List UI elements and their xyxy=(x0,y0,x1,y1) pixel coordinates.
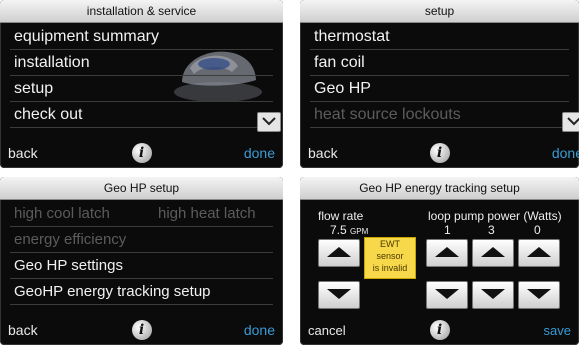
done-button[interactable]: done xyxy=(552,145,579,161)
arrow-down-icon xyxy=(435,289,459,299)
panel-title: Geo HP energy tracking setup xyxy=(300,177,579,200)
cancel-button[interactable]: cancel xyxy=(308,323,346,338)
menu-item-geohp-energy-tracking-setup[interactable]: GeoHP energy tracking setup xyxy=(10,279,273,305)
menu-list: high cool latch high heat latch energy e… xyxy=(10,201,273,305)
loop-pump-power-label: loop pump power (Watts) xyxy=(428,209,562,223)
panel-title: Geo HP setup xyxy=(0,177,283,200)
energy-tracking-panel: Geo HP energy tracking setup flow rate 7… xyxy=(300,177,579,345)
footer-bar: back i done xyxy=(0,313,283,345)
flow-rate-unit: GPM xyxy=(350,227,369,236)
arrow-up-icon xyxy=(435,247,459,257)
flow-rate-label: flow rate xyxy=(318,209,364,223)
setup-panel: setup thermostat fan coil Geo HP heat so… xyxy=(300,0,579,168)
arrow-down-icon xyxy=(327,289,351,299)
menu-item-geo-hp[interactable]: Geo HP xyxy=(310,76,569,102)
back-button[interactable]: back xyxy=(8,145,38,161)
menu-item-high-cool-latch: high cool latch xyxy=(14,205,110,222)
menu-item-setup[interactable]: setup xyxy=(10,76,273,102)
flow-rate-up-button[interactable] xyxy=(318,239,360,267)
loop-pump-2-down-button[interactable] xyxy=(472,281,514,309)
loop-pump-value-2: 3 xyxy=(488,223,495,237)
menu-item-heat-source-lockouts: heat source lockouts xyxy=(310,102,569,128)
info-icon[interactable]: i xyxy=(429,143,450,163)
arrow-down-icon xyxy=(481,289,505,299)
menu-item-equipment-summary[interactable]: equipment summary xyxy=(10,24,273,50)
scroll-down-button[interactable] xyxy=(562,112,579,132)
arrow-down-icon xyxy=(527,289,551,299)
menu-item-geo-hp-settings[interactable]: Geo HP settings xyxy=(10,253,273,279)
menu-item-energy-efficiency: energy efficiency xyxy=(10,227,273,253)
loop-pump-3-down-button[interactable] xyxy=(518,281,560,309)
scroll-down-button[interactable] xyxy=(257,112,281,132)
menu-item-check-out[interactable]: check out xyxy=(10,102,273,128)
flow-rate-down-button[interactable] xyxy=(318,281,360,309)
panel-title: setup xyxy=(300,0,579,23)
installation-service-panel: installation & service equipment summary… xyxy=(0,0,283,168)
done-button[interactable]: done xyxy=(244,145,275,161)
chevron-down-icon xyxy=(567,117,579,126)
back-button[interactable]: back xyxy=(308,145,338,161)
arrow-up-icon xyxy=(481,247,505,257)
done-button[interactable]: done xyxy=(244,322,275,338)
chevron-down-icon xyxy=(262,117,276,126)
footer-bar: back i done xyxy=(0,136,283,168)
menu-item-fan-coil[interactable]: fan coil xyxy=(310,50,569,76)
info-icon[interactable]: i xyxy=(429,320,450,340)
footer-bar: cancel i save xyxy=(300,313,579,345)
loop-pump-value-1: 1 xyxy=(444,223,451,237)
arrow-up-icon xyxy=(527,247,551,257)
loop-pump-1-down-button[interactable] xyxy=(426,281,468,309)
loop-pump-value-3: 0 xyxy=(534,223,541,237)
flow-rate-value: 7.5 GPM xyxy=(330,223,369,237)
back-button[interactable]: back xyxy=(8,322,38,338)
geo-hp-setup-panel: Geo HP setup high cool latch high heat l… xyxy=(0,177,283,345)
info-icon[interactable]: i xyxy=(131,143,152,163)
menu-item-installation[interactable]: installation xyxy=(10,50,273,76)
save-button[interactable]: save xyxy=(544,323,571,338)
panel-title: installation & service xyxy=(0,0,283,23)
arrow-up-icon xyxy=(327,247,351,257)
ewt-invalid-warning: EWT sensor is invalid xyxy=(364,237,416,279)
menu-list: thermostat fan coil Geo HP heat source l… xyxy=(310,24,569,128)
loop-pump-2-up-button[interactable] xyxy=(472,239,514,267)
loop-pump-3-up-button[interactable] xyxy=(518,239,560,267)
menu-item-thermostat[interactable]: thermostat xyxy=(310,24,569,50)
loop-pump-1-up-button[interactable] xyxy=(426,239,468,267)
footer-bar: back i done xyxy=(300,136,579,168)
menu-row-latches: high cool latch high heat latch xyxy=(10,201,273,227)
info-icon[interactable]: i xyxy=(131,320,152,340)
menu-list: equipment summary installation setup che… xyxy=(10,24,273,128)
menu-item-high-heat-latch: high heat latch xyxy=(158,205,256,222)
